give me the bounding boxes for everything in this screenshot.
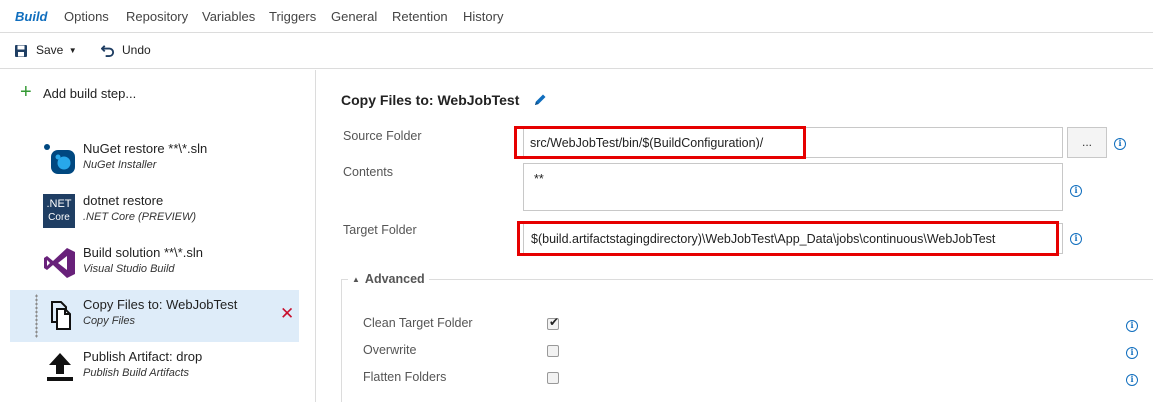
tab-bar: Build Options Repository Variables Trigg… [0, 0, 1153, 33]
advanced-section [341, 279, 1153, 402]
source-folder-label: Source Folder [343, 129, 422, 143]
source-folder-highlight [514, 126, 806, 159]
target-folder-highlight [517, 221, 1059, 256]
build-step-build-solution[interactable]: Build solution **\*.sln Visual Studio Bu… [10, 238, 299, 290]
build-step-copy-files[interactable]: Copy Files to: WebJobTest Copy Files ✕ [10, 290, 299, 342]
publish-artifact-icon [47, 353, 73, 381]
plus-icon: + [20, 81, 32, 103]
tab-build[interactable]: Build [15, 9, 48, 24]
step-subtitle: Publish Build Artifacts [83, 367, 189, 379]
save-icon[interactable] [14, 43, 28, 59]
edit-pencil-icon[interactable] [533, 93, 547, 107]
clean-target-folder-info-icon[interactable]: i [1126, 320, 1138, 332]
step-subtitle: .NET Core (PREVIEW) [83, 211, 197, 223]
save-label: Save [36, 43, 64, 57]
flatten-folders-label: Flatten Folders [363, 370, 447, 384]
undo-icon[interactable] [101, 42, 115, 58]
dotnet-icon-text: .NET [46, 198, 72, 210]
tab-repository[interactable]: Repository [126, 9, 188, 24]
build-step-publish-artifact[interactable]: Publish Artifact: drop Publish Build Art… [10, 342, 299, 394]
clean-target-folder-label: Clean Target Folder [363, 316, 473, 330]
toolbar: Save ▼ Undo [0, 33, 1153, 69]
task-title: Copy Files to: WebJobTest [341, 92, 520, 108]
step-subtitle: NuGet Installer [83, 159, 157, 171]
contents-value: ** [534, 172, 544, 186]
overwrite-info-icon[interactable]: i [1126, 347, 1138, 359]
build-step-nuget-restore[interactable]: NuGet restore **\*.sln NuGet Installer [10, 134, 299, 186]
drag-handle[interactable] [35, 294, 38, 338]
step-subtitle: Visual Studio Build [83, 263, 175, 275]
clean-target-folder-checkbox[interactable]: ✔ [547, 315, 560, 330]
advanced-toggle[interactable]: ▲ Advanced [348, 272, 429, 286]
contents-textarea[interactable]: ** [523, 163, 1063, 211]
advanced-label: Advanced [364, 272, 425, 286]
nuget-icon [44, 144, 75, 174]
step-title: Build solution **\*.sln [83, 245, 203, 260]
tab-history[interactable]: History [463, 9, 503, 24]
tab-variables[interactable]: Variables [202, 9, 255, 24]
add-build-step-label: Add build step... [43, 86, 137, 101]
overwrite-checkbox[interactable] [547, 345, 559, 357]
step-title: Publish Artifact: drop [83, 349, 203, 364]
build-step-dotnet-restore[interactable]: .NET Core dotnet restore .NET Core (PREV… [10, 186, 299, 238]
chevron-down-icon[interactable]: ▼ [69, 46, 77, 55]
tab-general[interactable]: General [331, 9, 377, 24]
tab-retention[interactable]: Retention [392, 9, 448, 24]
tab-options[interactable]: Options [64, 9, 109, 24]
contents-info-icon[interactable]: i [1070, 185, 1082, 197]
delete-step-icon[interactable]: ✕ [280, 304, 294, 324]
source-folder-info-icon[interactable]: i [1114, 138, 1126, 150]
step-title: NuGet restore **\*.sln [83, 141, 208, 156]
checkmark-icon: ✔ [549, 315, 560, 329]
step-title: dotnet restore [83, 193, 164, 208]
undo-button[interactable]: Undo [122, 43, 151, 57]
flatten-folders-info-icon[interactable]: i [1126, 374, 1138, 386]
collapse-triangle-icon: ▲ [352, 275, 360, 284]
browse-button[interactable]: ... [1067, 127, 1107, 158]
tab-triggers[interactable]: Triggers [269, 9, 316, 24]
build-steps-panel: + Add build step... NuGet restore **\*.s… [0, 70, 316, 402]
visual-studio-icon [44, 248, 75, 278]
flatten-folders-checkbox[interactable] [547, 372, 559, 384]
dotnet-core-icon: .NET Core [43, 194, 75, 228]
target-folder-label: Target Folder [343, 223, 417, 237]
target-folder-info-icon[interactable]: i [1070, 233, 1082, 245]
step-title: Copy Files to: WebJobTest [83, 297, 238, 312]
save-button[interactable]: Save ▼ [36, 43, 77, 57]
copy-files-icon [51, 301, 71, 330]
contents-label: Contents [343, 165, 394, 179]
overwrite-label: Overwrite [363, 343, 417, 357]
step-subtitle: Copy Files [83, 315, 135, 327]
core-icon-text: Core [48, 212, 70, 223]
